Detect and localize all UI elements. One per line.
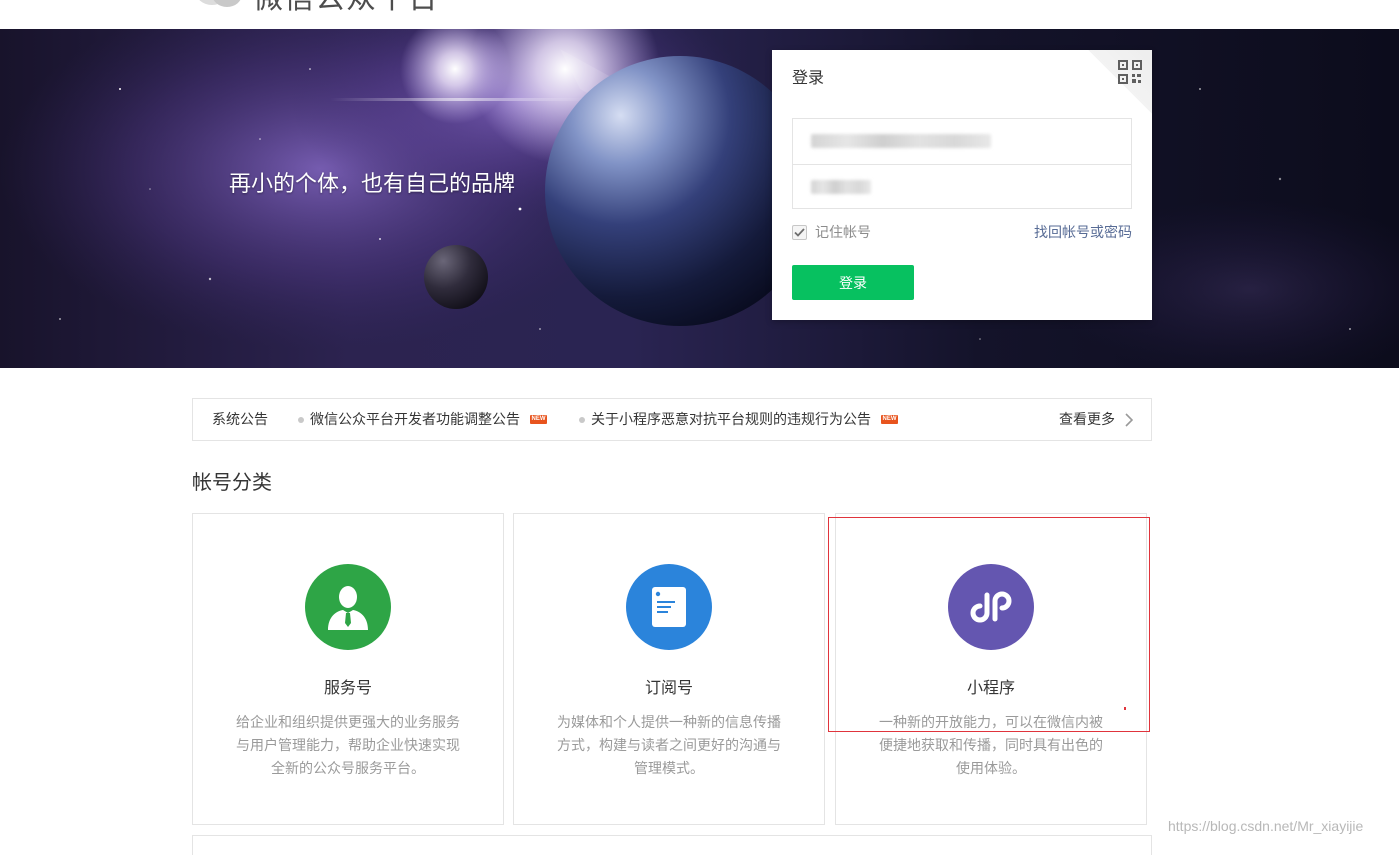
notice-item[interactable]: 微信公众平台开发者功能调整公告 NEW [298, 399, 547, 440]
card-title: 小程序 [966, 680, 1015, 697]
notice-item[interactable]: 关于小程序恶意对抗平台规则的违规行为公告 NEW [579, 399, 898, 440]
annotation-dot [1124, 707, 1126, 710]
watermark: https://blog.csdn.net/Mr_xiayijie [1168, 818, 1364, 834]
mini-program-icon [948, 564, 1034, 650]
card-description-line: 为媒体和个人提供一种新的信息传播 [557, 714, 781, 730]
card-description-line: 给企业和组织提供更强大的业务服务 [236, 714, 460, 730]
card-description: 一种新的开放能力，可以在微信内被 便捷地获取和传播，同时具有出色的 使用体验。 [836, 711, 1146, 780]
new-badge: NEW [881, 415, 898, 424]
view-more-link[interactable]: 查看更多 [1059, 399, 1133, 440]
card-title: 服务号 [323, 680, 372, 697]
card-description-line: 一种新的开放能力，可以在微信内被 [879, 714, 1103, 730]
hero-banner: 再小的个体，也有自己的品牌 [0, 29, 1399, 368]
account-value-blurred [811, 134, 991, 148]
login-title: 登录 [792, 70, 825, 87]
card-title: 订阅号 [644, 680, 693, 697]
service-account-icon [305, 564, 391, 650]
checkmark-icon [794, 227, 805, 237]
forgot-password-link[interactable]: 找回帐号或密码 [1034, 222, 1132, 242]
login-panel: 登录 记住帐号 找回帐号或密码 登录 [772, 50, 1152, 320]
credentials-group [792, 118, 1132, 209]
notice-label: 系统公告 [212, 411, 268, 427]
service-account-card[interactable]: 服务号 给企业和组织提供更强大的业务服务 与用户管理能力，帮助企业快速实现 全新… [192, 513, 504, 825]
password-value-blurred [811, 180, 871, 194]
bullet-dot-icon [579, 416, 585, 423]
card-description-line: 便捷地获取和传播，同时具有出色的 [879, 737, 1103, 753]
new-badge: NEW [530, 415, 547, 424]
card-description-line: 全新的公众号服务平台。 [271, 760, 425, 776]
notice-item-text[interactable]: 微信公众平台开发者功能调整公告 [310, 399, 520, 440]
qrcode-icon[interactable] [1118, 60, 1142, 84]
remember-account[interactable]: 记住帐号 [792, 223, 871, 241]
account-field[interactable] [793, 119, 1131, 164]
card-description: 给企业和组织提供更强大的业务服务 与用户管理能力，帮助企业快速实现 全新的公众号… [193, 711, 503, 780]
card-description-line: 使用体验。 [956, 760, 1026, 776]
top-header: 微信公众平台 [0, 0, 1399, 29]
chevron-right-icon[interactable] [1125, 412, 1133, 427]
card-description-line: 与用户管理能力，帮助企业快速实现 [236, 737, 460, 753]
notice-item-text[interactable]: 关于小程序恶意对抗平台规则的违规行为公告 [591, 399, 871, 440]
account-category-heading: 帐号分类 [192, 472, 272, 494]
remember-label: 记住帐号 [815, 224, 871, 240]
mini-program-card[interactable]: 小程序 一种新的开放能力，可以在微信内被 便捷地获取和传播，同时具有出色的 使用… [835, 513, 1147, 825]
space-background-image [0, 29, 1399, 368]
wechat-logo-icon[interactable] [194, 0, 244, 10]
subscription-account-icon [626, 564, 712, 650]
system-notice-bar: 系统公告 微信公众平台开发者功能调整公告 NEW 关于小程序恶意对抗平台规则的违… [192, 398, 1152, 441]
qr-login-toggle[interactable] [1088, 50, 1152, 114]
subscription-account-card[interactable]: 订阅号 为媒体和个人提供一种新的信息传播 方式，构建与读者之间更好的沟通与 管理… [513, 513, 825, 825]
view-more-label[interactable]: 查看更多 [1059, 399, 1115, 440]
logo-text[interactable]: 微信公众平台 [253, 0, 439, 17]
remember-checkbox[interactable] [792, 224, 807, 240]
login-button[interactable]: 登录 [792, 265, 914, 300]
password-field[interactable] [793, 164, 1131, 209]
card-description-line: 方式，构建与读者之间更好的沟通与 [557, 737, 781, 753]
card-description-line: 管理模式。 [634, 760, 704, 776]
bullet-dot-icon [298, 416, 304, 423]
card-description: 为媒体和个人提供一种新的信息传播 方式，构建与读者之间更好的沟通与 管理模式。 [514, 711, 824, 780]
next-section-card [192, 835, 1152, 855]
banner-slogan: 再小的个体，也有自己的品牌 [229, 171, 516, 196]
